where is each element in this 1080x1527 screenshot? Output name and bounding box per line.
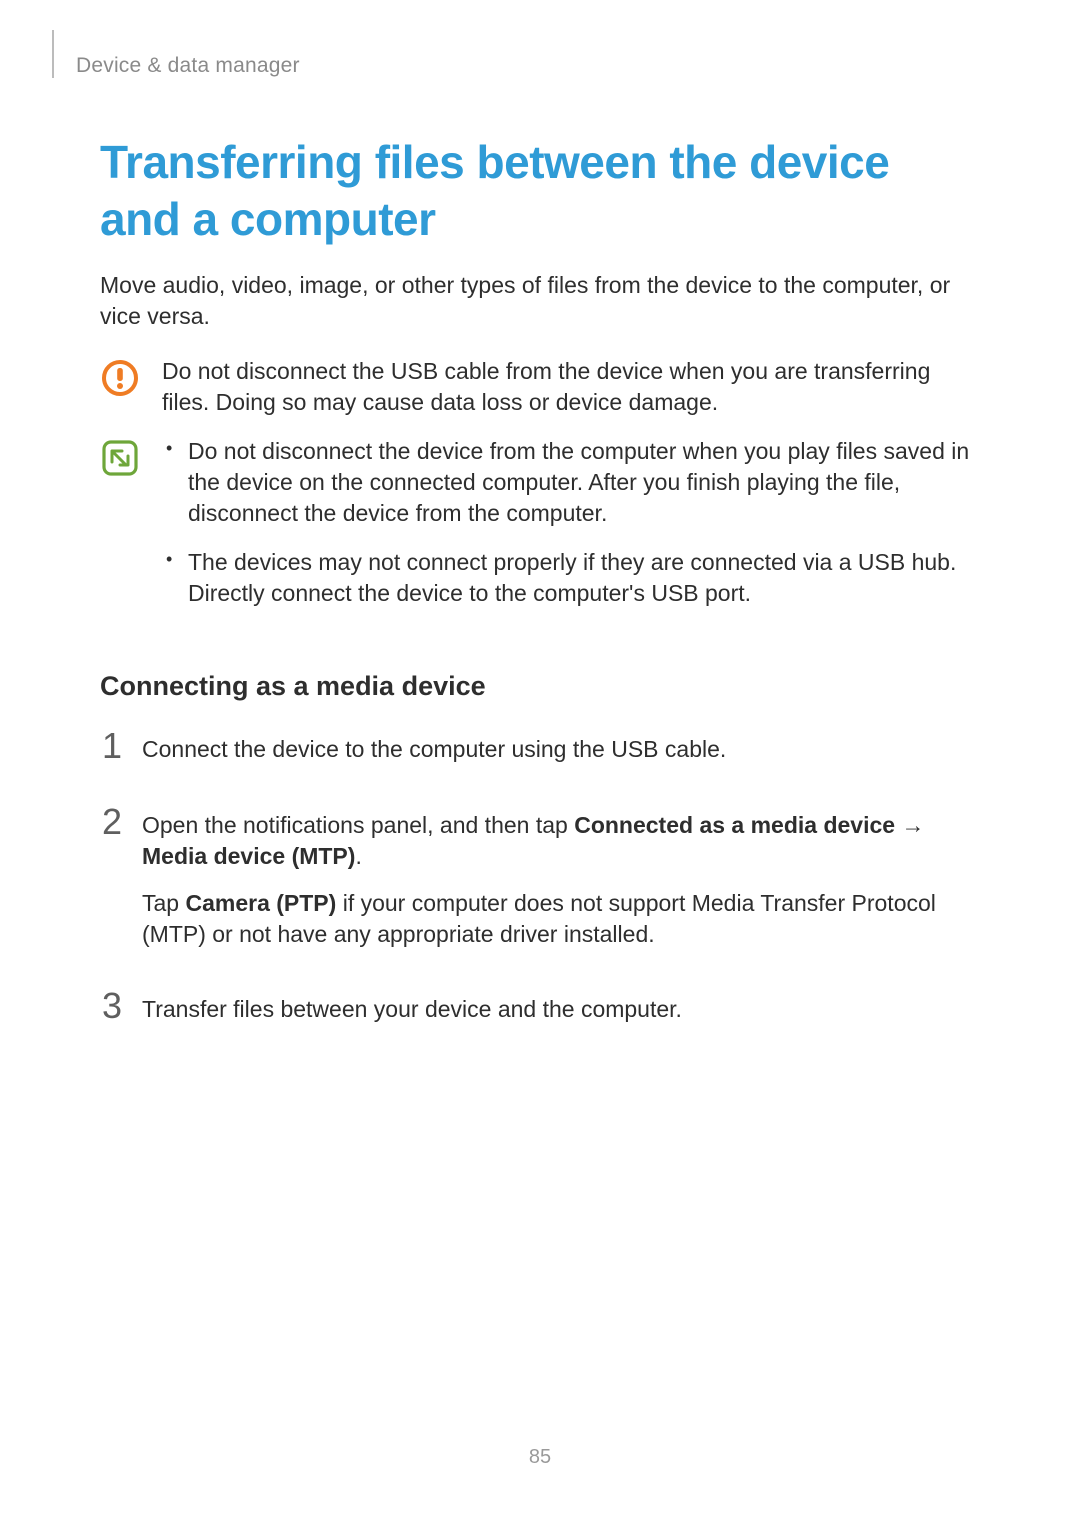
page-title: Transferring files between the device an… [100,134,980,248]
caution-icon [100,358,140,403]
step-1-text: Connect the device to the computer using… [142,734,980,765]
document-page: Device & data manager Transferring files… [0,0,1080,1527]
note-callout: Do not disconnect the device from the co… [100,436,980,627]
step-2: 2 Open the notifications panel, and then… [100,810,980,966]
intro-paragraph: Move audio, video, image, or other types… [100,270,980,332]
breadcrumb: Device & data manager [76,54,300,78]
step-2-text: Open the notifications panel, and then t… [142,810,980,872]
page-number: 85 [0,1446,1080,1469]
step-number: 2 [100,804,124,840]
step-3: 3 Transfer files between your device and… [100,994,980,1041]
note-content: Do not disconnect the device from the co… [162,436,980,627]
step-number: 3 [100,988,124,1024]
section-heading: Connecting as a media device [100,671,980,702]
step-1: 1 Connect the device to the computer usi… [100,734,980,781]
step-2-extra: Tap Camera (PTP) if your computer does n… [142,888,980,950]
caution-text: Do not disconnect the USB cable from the… [162,356,980,418]
note-bullet-2: The devices may not connect properly if … [162,547,980,609]
note-icon [100,438,140,483]
caution-callout: Do not disconnect the USB cable from the… [100,356,980,418]
note-bullet-1: Do not disconnect the device from the co… [162,436,980,529]
step-number: 1 [100,728,124,764]
breadcrumb-container: Device & data manager [52,30,980,78]
step-3-text: Transfer files between your device and t… [142,994,980,1025]
